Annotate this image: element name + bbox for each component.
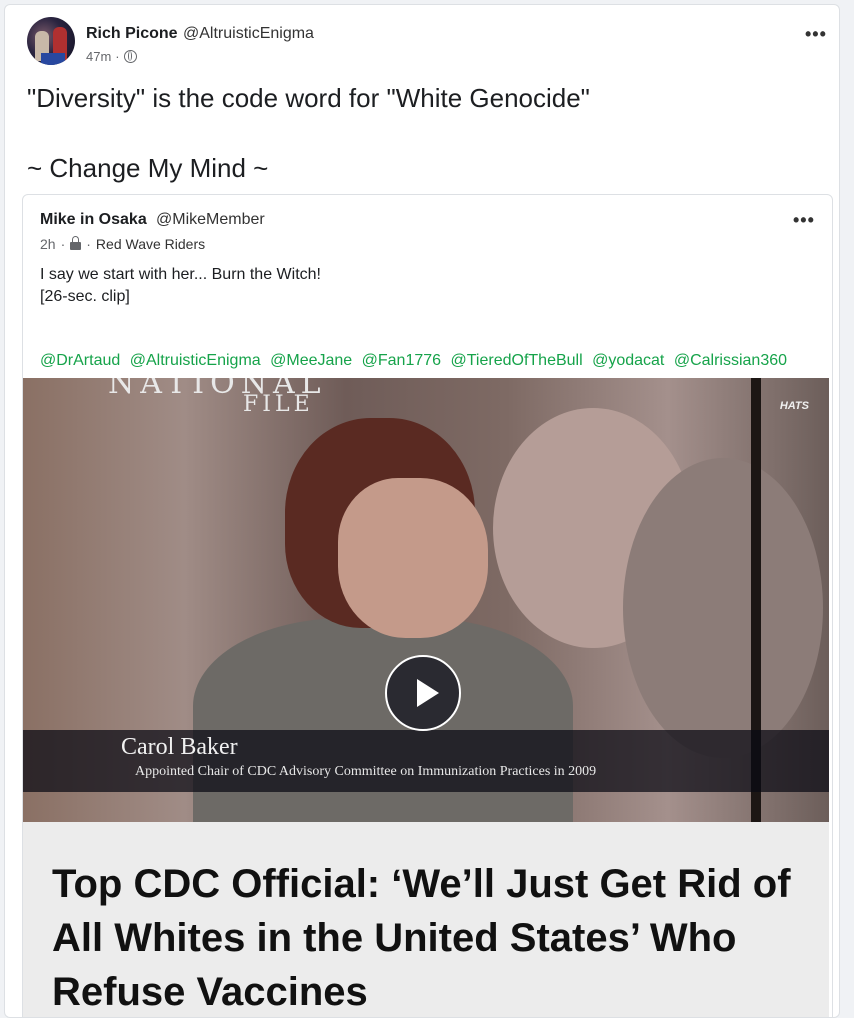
video-background <box>623 458 823 758</box>
author-handle[interactable]: @AltruisticEnigma <box>183 25 314 43</box>
meta-separator: · <box>86 236 91 252</box>
video-caption-title: Appointed Chair of CDC Advisory Committe… <box>135 764 597 779</box>
quoted-time[interactable]: 2h <box>40 236 56 252</box>
post-text-line: ~ Change My Mind ~ <box>27 153 269 183</box>
mention-link[interactable]: @Calrissian360 <box>674 352 787 369</box>
group-link[interactable]: Red Wave Riders <box>96 236 205 252</box>
video-logo: FILE <box>243 392 314 417</box>
quoted-author-name[interactable]: Mike in Osaka <box>40 211 147 229</box>
video-person-face <box>338 478 488 638</box>
video-watermark: HATS <box>779 400 809 412</box>
author-avatar[interactable] <box>27 17 75 65</box>
video-headline: Top CDC Official: ‘We’ll Just Get Rid of… <box>52 862 791 1014</box>
post-card: Rich Picone @AltruisticEnigma 47m · ••• … <box>4 4 840 1018</box>
author-name[interactable]: Rich Picone <box>86 25 178 43</box>
mention-link[interactable]: @MeeJane <box>270 352 352 369</box>
mention-link[interactable]: @Fan1776 <box>362 352 441 369</box>
video-caption-name: Carol Baker <box>121 734 238 760</box>
play-icon[interactable] <box>385 655 461 731</box>
mention-link[interactable]: @AltruisticEnigma <box>130 352 261 369</box>
meta-separator: · <box>115 49 120 64</box>
video-player[interactable]: NATIONAL FILE HATS Carol Baker Appointed… <box>23 378 829 822</box>
mention-link[interactable]: @yodacat <box>592 352 664 369</box>
quoted-meta: 2h · · Red Wave Riders <box>40 235 205 252</box>
quoted-more-options-icon[interactable]: ••• <box>793 211 815 229</box>
post-more-options-icon[interactable]: ••• <box>805 25 827 43</box>
quoted-post[interactable]: Mike in Osaka @MikeMember ••• 2h · · Red… <box>22 194 833 1017</box>
quoted-author-handle[interactable]: @MikeMember <box>156 211 265 229</box>
post-text-line: "Diversity" is the code word for "White … <box>27 83 590 113</box>
mentions-list: @DrArtaud @AltruisticEnigma @MeeJane @Fa… <box>40 352 792 370</box>
quoted-body-line: I say we start with her... Burn the Witc… <box>40 266 321 283</box>
meta-separator: · <box>60 236 66 252</box>
mention-link[interactable]: @TieredOfTheBull <box>451 352 583 369</box>
quoted-body-line: [26-sec. clip] <box>40 288 130 305</box>
globe-icon <box>123 50 137 63</box>
quoted-body: I say we start with her... Burn the Witc… <box>40 264 321 308</box>
post-time[interactable]: 47m <box>86 49 111 64</box>
mention-link[interactable]: @DrArtaud <box>40 352 120 369</box>
lock-icon <box>70 235 82 250</box>
avatar-figure <box>41 53 65 65</box>
post-meta: 47m · <box>86 49 137 64</box>
